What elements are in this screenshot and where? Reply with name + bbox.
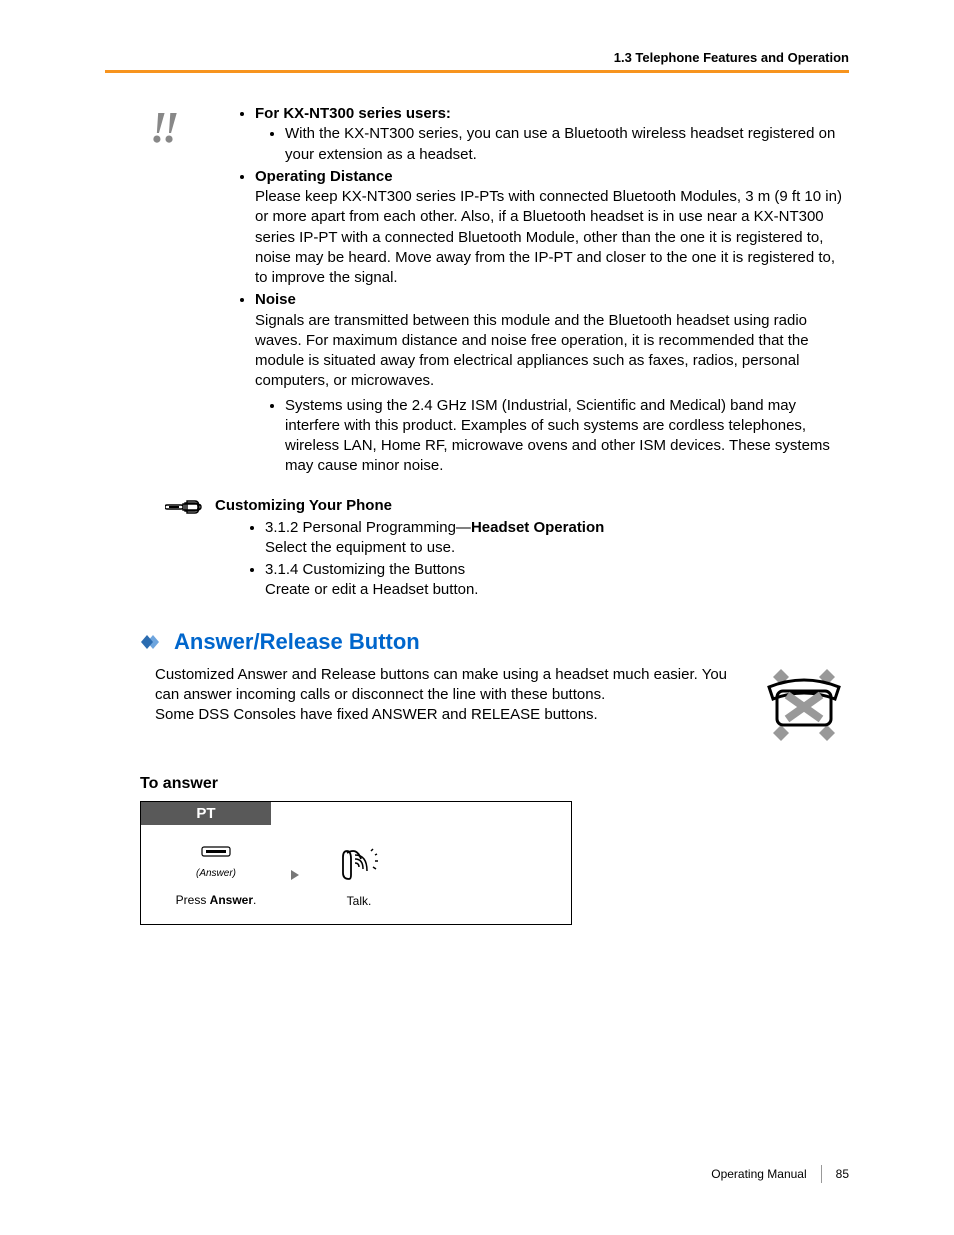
- customizing-block: Customizing Your Phone 3.1.2 Personal Pr…: [155, 497, 849, 601]
- button-label: (Answer): [161, 868, 271, 879]
- note-item: Operating Distance Please keep KX-NT300 …: [255, 167, 849, 289]
- section-body: Some DSS Consoles have fixed ANSWER and …: [155, 705, 743, 725]
- note-item: Noise Signals are transmitted between th…: [255, 290, 849, 476]
- note-body: Please keep KX-NT300 series IP-PTs with …: [255, 187, 849, 288]
- procedure-box: PT (Answer) Press Answer.: [140, 801, 572, 925]
- note-title: Operating Distance: [255, 168, 393, 185]
- answer-button-icon: [196, 845, 236, 870]
- section-body: Customized Answer and Release buttons ca…: [155, 665, 743, 706]
- step-text: Talk.: [319, 894, 399, 908]
- phone-hangup-icon: [759, 665, 849, 749]
- note-block: !! For KX-NT300 series users: With the K…: [155, 104, 849, 477]
- note-subitem: Systems using the 2.4 GHz ISM (Industria…: [285, 396, 849, 477]
- ref-desc: Create or edit a Headset button.: [265, 581, 478, 598]
- exclamation-icon: !!: [150, 109, 174, 146]
- page-header-section: 1.3 Telephone Features and Operation: [614, 50, 849, 65]
- pt-label: PT: [141, 802, 271, 825]
- diamond-icon: [140, 632, 166, 652]
- step-text: .: [253, 893, 256, 907]
- procedure-heading: To answer: [140, 775, 849, 793]
- footer-page-number: 85: [836, 1167, 849, 1181]
- procedure-step: Talk.: [319, 845, 399, 908]
- note-title: Noise: [255, 291, 296, 308]
- note-item: For KX-NT300 series users: With the KX-N…: [255, 104, 849, 165]
- ref-text: 3.1.2 Personal Programming—: [265, 519, 471, 536]
- section-heading: Answer/Release Button: [140, 629, 849, 655]
- customizing-item: 3.1.2 Personal Programming—Headset Opera…: [265, 518, 849, 559]
- footer-divider: [821, 1165, 822, 1183]
- header-divider: [105, 70, 849, 73]
- ref-desc: Select the equipment to use.: [265, 539, 455, 556]
- talk-icon: [337, 874, 381, 888]
- arrow-right-icon: [289, 868, 301, 885]
- note-title: For KX-NT300 series users:: [255, 105, 451, 122]
- procedure-step: (Answer) Press Answer.: [161, 845, 271, 907]
- section-title: Answer/Release Button: [174, 629, 420, 655]
- pointing-hand-icon: [165, 495, 203, 523]
- page-footer: Operating Manual 85: [711, 1165, 849, 1183]
- customizing-item: 3.1.4 Customizing the Buttons Create or …: [265, 560, 849, 601]
- step-bold: Answer: [210, 893, 253, 907]
- footer-manual: Operating Manual: [711, 1167, 806, 1181]
- note-subitem: With the KX-NT300 series, you can use a …: [285, 124, 849, 165]
- customizing-title: Customizing Your Phone: [215, 497, 392, 514]
- ref-bold: Headset Operation: [471, 519, 604, 536]
- note-body: Signals are transmitted between this mod…: [255, 311, 849, 392]
- step-text: Press: [176, 893, 210, 907]
- ref-text: 3.1.4 Customizing the Buttons: [265, 561, 465, 578]
